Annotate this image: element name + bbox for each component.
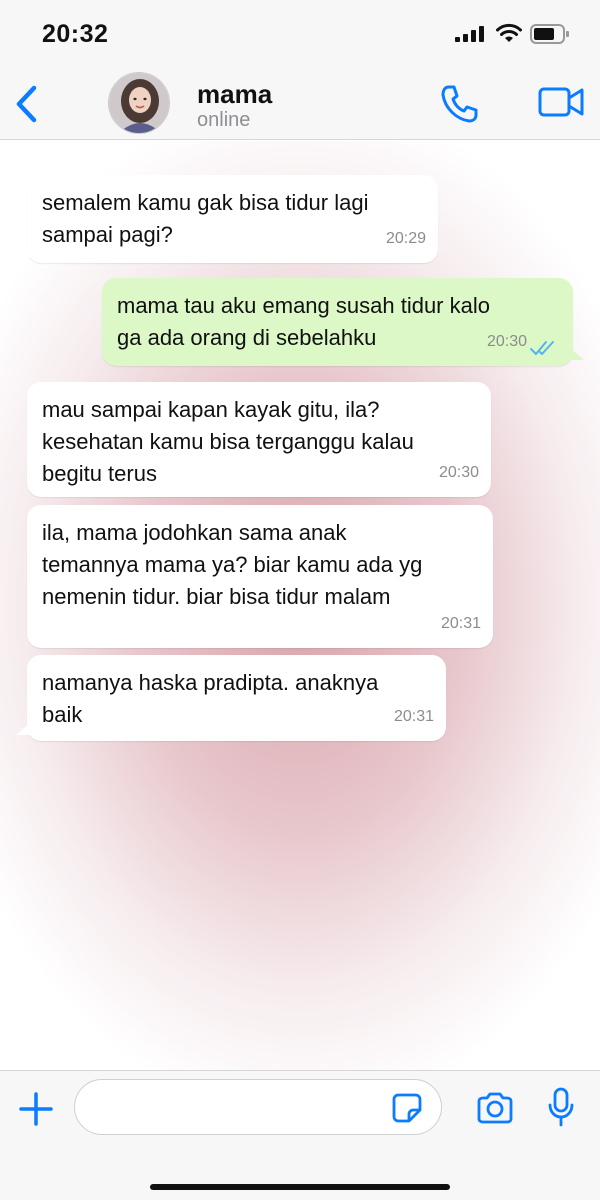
- message-time: 20:30: [486, 333, 527, 350]
- bubble-tail: [570, 348, 584, 360]
- message-text: semalem kamu gak bisa tidur lagi sampai …: [42, 190, 369, 247]
- contact-status: online: [197, 109, 251, 131]
- chat-header: mama online: [0, 68, 600, 140]
- avatar[interactable]: [108, 72, 170, 134]
- message-text: mau sampai kapan kayak gitu, ila? keseha…: [42, 397, 414, 486]
- message-time: 20:29: [385, 230, 426, 247]
- message-input[interactable]: [74, 1079, 442, 1135]
- status-bar: 20:32: [0, 0, 600, 68]
- bubble-tail: [16, 723, 30, 735]
- microphone-icon[interactable]: [547, 1087, 575, 1129]
- cellular-signal-icon: [455, 26, 484, 42]
- message-time: 20:31: [440, 615, 481, 632]
- plus-icon[interactable]: [18, 1091, 54, 1127]
- wifi-icon: [496, 23, 522, 42]
- camera-icon[interactable]: [476, 1092, 514, 1124]
- message-bubble[interactable]: mama tau aku emang susah tidur kalo ga a…: [102, 278, 584, 366]
- avatar-photo: [109, 73, 169, 133]
- message-bubble[interactable]: mau sampai kapan kayak gitu, ila? keseha…: [27, 382, 491, 497]
- home-indicator: [150, 1184, 450, 1190]
- video-camera-icon[interactable]: [538, 86, 584, 118]
- message-time: 20:30: [438, 464, 479, 481]
- chat-area[interactable]: semalem kamu gak bisa tidur lagi sampai …: [0, 141, 600, 1070]
- message-bubble[interactable]: ila, mama jodohkan sama anak temannya ma…: [27, 505, 493, 648]
- back-chevron-icon[interactable]: [14, 84, 40, 124]
- status-time: 20:32: [42, 20, 109, 48]
- contact-name[interactable]: mama: [197, 79, 272, 110]
- sticker-icon[interactable]: [392, 1093, 422, 1123]
- message-bubble[interactable]: semalem kamu gak bisa tidur lagi sampai …: [16, 175, 438, 263]
- phone-icon[interactable]: [440, 84, 478, 124]
- message-text: ila, mama jodohkan sama anak temannya ma…: [42, 520, 423, 609]
- read-ticks-icon: [530, 341, 554, 355]
- battery-icon: [530, 24, 569, 44]
- message-text: namanya haska pradipta. anaknya baik: [42, 670, 379, 727]
- input-bar: [0, 1070, 600, 1200]
- message-bubble[interactable]: namanya haska pradipta. anaknya baik 20:…: [16, 655, 446, 741]
- bubble-tail: [16, 245, 30, 257]
- message-time: 20:31: [393, 708, 434, 725]
